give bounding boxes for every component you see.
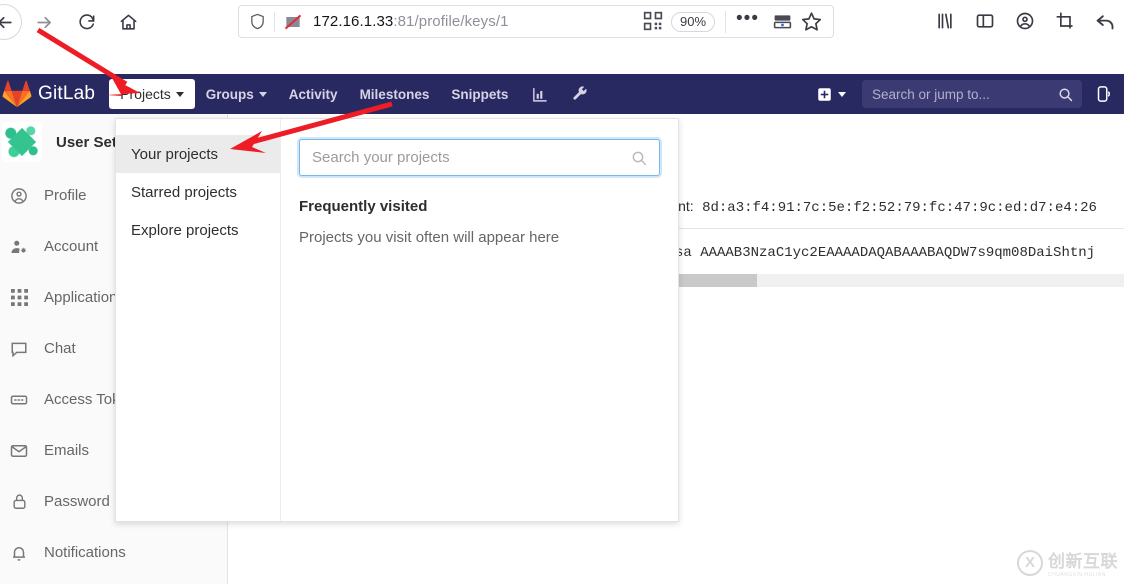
dropdown-item-starred-projects-label: Starred projects <box>131 183 237 201</box>
forward-arrow-icon[interactable] <box>24 4 64 40</box>
gitlab-home-link[interactable]: GitLab <box>2 80 95 108</box>
urlbar-divider-2 <box>725 10 727 33</box>
chevron-down-icon <box>175 91 184 97</box>
nav-item-groups-label: Groups <box>205 86 254 102</box>
nav-item-snippets[interactable]: Snippets <box>440 78 519 111</box>
gitlab-nav-links: Projects Groups Activity Milestones Snip… <box>109 78 601 111</box>
lock-icon <box>8 491 30 513</box>
ellipsis-icon[interactable]: ••• <box>730 9 765 30</box>
new-item-button[interactable] <box>809 81 854 108</box>
scrollbar-thumb[interactable] <box>675 274 757 287</box>
watermark-text: 创新互联 <box>1048 552 1118 571</box>
back-arrow-icon[interactable] <box>0 4 22 40</box>
nav-item-milestones[interactable]: Milestones <box>349 78 441 111</box>
frequently-visited-heading: Frequently visited <box>299 198 428 215</box>
url-path: :81/profile/keys/1 <box>393 13 509 30</box>
home-icon[interactable] <box>108 4 148 40</box>
search-icon[interactable] <box>1058 87 1073 102</box>
gitlab-brand-text: GitLab <box>38 83 96 104</box>
nav-item-groups[interactable]: Groups <box>195 78 278 111</box>
urlbar-tools: 90% ••• <box>643 9 833 33</box>
screenshot-icon[interactable] <box>1052 8 1078 34</box>
zoom-level-badge[interactable]: 90% <box>671 11 716 32</box>
sidebar-item-emails-label: Emails <box>44 442 90 459</box>
key-horizontal-scrollbar[interactable] <box>675 274 1124 287</box>
nav-item-snippets-label: Snippets <box>451 86 509 102</box>
admin-wrench-icon[interactable] <box>560 78 601 111</box>
sidebar-item-applications-label: Applications <box>44 289 125 306</box>
watermark-logo-icon: X <box>1017 549 1043 576</box>
shield-icon[interactable] <box>249 13 266 30</box>
gitlab-navbar: GitLab Projects Groups Activity Mileston… <box>0 74 1124 114</box>
chat-bubble-icon <box>8 338 30 360</box>
project-search-input[interactable] <box>312 149 622 166</box>
tracking-protection-off-icon[interactable] <box>283 12 303 32</box>
projects-dropdown-body: Frequently visited Projects you visit of… <box>281 119 678 521</box>
account-gear-icon <box>8 236 30 258</box>
save-page-icon[interactable] <box>772 11 794 33</box>
key-fingerprint-row: int: 8d:a3:f4:91:7c:5e:f2:52:79:fc:47:9c… <box>675 198 1124 216</box>
nav-item-activity-label: Activity <box>288 86 338 102</box>
sidebar-item-chat-label: Chat <box>44 340 76 357</box>
dropdown-item-explore-projects-label: Explore projects <box>131 221 239 239</box>
ssh-public-key-text: sa AAAAB3NzaC1yc2EAAAADAQABAAABAQDW7s9qm… <box>675 245 1096 261</box>
watermark-text-group: 创新互联 CHUANGXIN HULIAN <box>1048 547 1118 578</box>
frequently-visited-empty-text: Projects you visit often will appear her… <box>299 229 560 246</box>
gitlab-navbar-right <box>809 80 1124 108</box>
nav-item-activity[interactable]: Activity <box>278 78 349 111</box>
envelope-icon <box>8 440 30 462</box>
dropdown-item-starred-projects[interactable]: Starred projects <box>116 173 280 211</box>
browser-nav-buttons <box>0 4 148 40</box>
browser-extra-toolbar <box>932 8 1118 34</box>
account-icon[interactable] <box>1012 8 1038 34</box>
projects-dropdown-panel: Your projects Starred projects Explore p… <box>115 118 679 522</box>
grid-apps-icon <box>8 287 30 309</box>
qr-code-icon[interactable] <box>643 11 665 33</box>
project-search-box[interactable] <box>299 139 660 176</box>
projects-dropdown-menu: Your projects Starred projects Explore p… <box>116 119 281 521</box>
chevron-down-icon <box>838 91 846 97</box>
token-icon <box>8 389 30 411</box>
identicon-avatar <box>2 122 42 162</box>
sidebar-item-password-label: Password <box>44 493 110 510</box>
gitlab-logo-icon <box>2 80 32 108</box>
url-bar[interactable]: 172.16.1.33:81/profile/keys/1 90% ••• <box>238 5 834 38</box>
chevron-down-icon <box>258 91 267 97</box>
sidebar-item-notifications-label: Notifications <box>44 544 126 561</box>
search-input[interactable] <box>872 86 1052 102</box>
reload-icon[interactable] <box>66 4 106 40</box>
site-watermark: X 创新互联 CHUANGXIN HULIAN <box>1017 547 1118 578</box>
nav-item-projects-label: Projects <box>120 86 171 102</box>
plus-square-icon <box>818 87 831 101</box>
dropdown-item-your-projects-label: Your projects <box>131 145 218 163</box>
dropdown-item-explore-projects[interactable]: Explore projects <box>116 211 280 249</box>
sidebar-item-notifications[interactable]: Notifications <box>0 527 227 578</box>
browser-toolbar: 172.16.1.33:81/profile/keys/1 90% ••• <box>0 0 1124 44</box>
sidebar-item-profile-label: Profile <box>44 187 87 204</box>
nav-item-milestones-label: Milestones <box>359 86 430 102</box>
urlbar-divider <box>274 11 275 32</box>
nav-item-projects[interactable]: Projects <box>109 79 195 109</box>
key-fingerprint-value: 8d:a3:f4:91:7c:5e:f2:52:79:fc:47:9c:ed:d… <box>702 200 1097 216</box>
undo-icon[interactable] <box>1092 8 1118 34</box>
global-search-box[interactable] <box>862 80 1082 108</box>
user-circle-icon <box>8 185 30 207</box>
search-icon[interactable] <box>631 150 647 166</box>
dropdown-item-your-projects[interactable]: Your projects <box>116 135 280 173</box>
user-avatar-icon[interactable] <box>1090 81 1124 107</box>
bell-icon <box>8 542 30 564</box>
sidebar-item-account-label: Account <box>44 238 99 255</box>
watermark-subtext: CHUANGXIN HULIAN <box>1048 572 1106 578</box>
content-divider <box>675 228 1124 229</box>
library-icon[interactable] <box>932 8 958 34</box>
url-text: 172.16.1.33:81/profile/keys/1 <box>313 13 509 30</box>
url-host: 172.16.1.33 <box>313 13 394 30</box>
star-icon[interactable] <box>801 11 823 33</box>
analytics-chart-icon[interactable] <box>519 78 560 111</box>
sidebar-toggle-icon[interactable] <box>972 8 998 34</box>
